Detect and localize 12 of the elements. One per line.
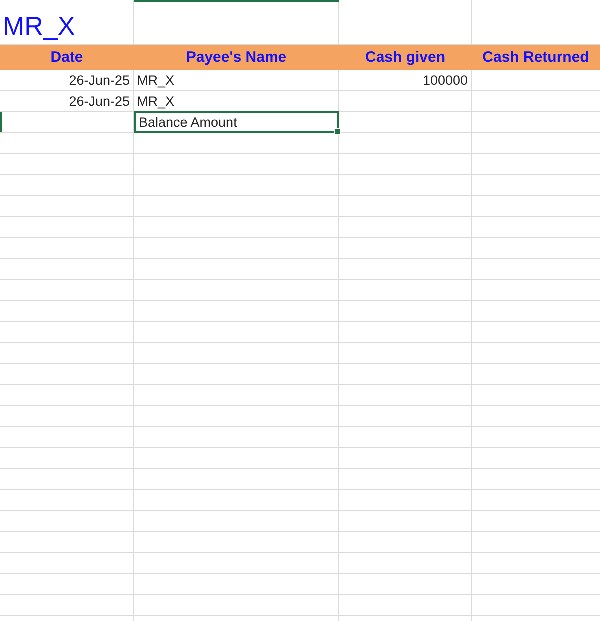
table-cell-text: MR_X (136, 72, 176, 90)
column-header: Payee's Name (134, 45, 339, 70)
table-cell-text: 26-Jun-25 (68, 93, 131, 111)
fill-handle[interactable] (334, 128, 341, 135)
sheet-title: MR_X (2, 10, 76, 43)
table-cell-text: 26-Jun-25 (68, 72, 131, 90)
column-header: Cash given (339, 45, 472, 70)
table-cell-text: MR_X (136, 93, 176, 111)
selected-cell[interactable]: Balance Amount (134, 111, 339, 133)
column-header: Cash Returned (472, 45, 600, 70)
column-header: Date (0, 45, 134, 70)
table-cell-text: 100000 (422, 72, 469, 90)
